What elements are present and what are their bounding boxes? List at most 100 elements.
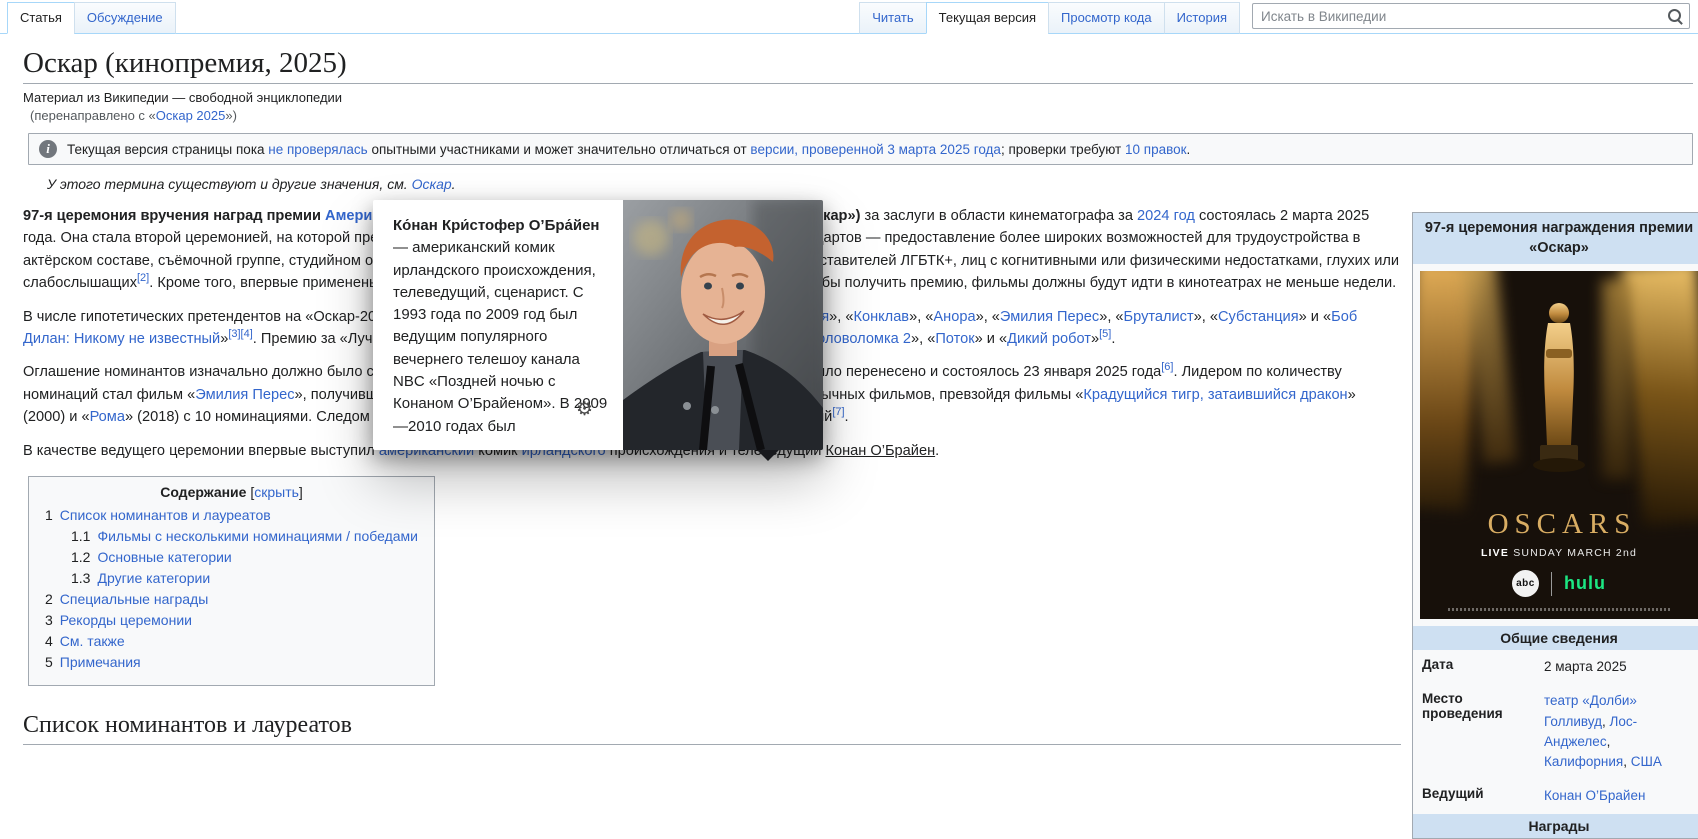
link[interactable]: 10 правок bbox=[1125, 142, 1187, 157]
oscars-poster-image[interactable]: OSCARS LIVE SUNDAY MARCH 2nd abc hulu bbox=[1420, 271, 1698, 619]
link[interactable]: Бруталист bbox=[1124, 309, 1194, 325]
toc-number: 1 bbox=[45, 507, 53, 523]
link[interactable]: Калифорния bbox=[1544, 754, 1623, 769]
toc-link[interactable]: Основные категории bbox=[97, 549, 231, 565]
section-heading: Список номинантов и лауреатов bbox=[23, 712, 1401, 745]
reference-link[interactable]: [6] bbox=[1161, 362, 1173, 374]
date-label: SUNDAY MARCH 2nd bbox=[1509, 547, 1637, 559]
link[interactable]: версии, проверенной 3 марта 2025 года bbox=[750, 142, 1001, 157]
view-tabs: ЧитатьТекущая версияПросмотр кодаИстория bbox=[860, 2, 1240, 34]
text: , bbox=[1623, 754, 1631, 769]
link[interactable]: Конклав bbox=[853, 309, 909, 325]
reference-link[interactable]: [5] bbox=[1099, 328, 1111, 340]
text: », « bbox=[911, 331, 935, 347]
reference-link[interactable]: [7] bbox=[832, 406, 844, 418]
toc-link[interactable]: Список номинантов и лауреатов bbox=[60, 507, 271, 523]
infobox-row: Дата2 марта 2025 bbox=[1413, 650, 1698, 684]
link[interactable]: Оскар bbox=[412, 176, 452, 192]
text: », « bbox=[976, 309, 1000, 325]
link[interactable]: Дикий робот bbox=[1007, 331, 1091, 347]
link[interactable]: Эмилия Перес bbox=[1000, 309, 1099, 325]
search-input[interactable] bbox=[1253, 4, 1667, 28]
infobox-section-awards: Награды bbox=[1413, 814, 1698, 838]
oscars-logo-text: OSCARS bbox=[1420, 508, 1698, 541]
text: », « bbox=[1194, 309, 1218, 325]
tab-discussion[interactable]: Обсуждение bbox=[74, 2, 176, 34]
poster-fineprint bbox=[1448, 608, 1670, 611]
toc-link[interactable]: Специальные награды bbox=[60, 591, 208, 607]
abc-logo: abc bbox=[1512, 570, 1539, 597]
text: Текущая версия страницы пока bbox=[67, 142, 268, 157]
link[interactable]: Субстанция bbox=[1218, 309, 1299, 325]
text: В качестве ведущего церемонии впервые вы… bbox=[23, 443, 379, 459]
site-tagline: Материал из Википедии — свободной энцикл… bbox=[23, 90, 1698, 105]
review-notice: i Текущая версия страницы пока не провер… bbox=[28, 133, 1693, 165]
link[interactable]: Анора bbox=[933, 309, 975, 325]
toc-link[interactable]: Другие категории bbox=[97, 570, 210, 586]
toc-item: 2 Специальные награды bbox=[45, 591, 418, 607]
tab-view-source[interactable]: Просмотр кода bbox=[1048, 2, 1165, 34]
link[interactable]: Голливуд bbox=[1544, 714, 1602, 729]
conan-obrien-photo[interactable] bbox=[623, 200, 823, 450]
infobox-table: Дата2 марта 2025Место проведениятеатр «Д… bbox=[1413, 650, 1698, 814]
toc-link[interactable]: Фильмы с несколькими номинациями / побед… bbox=[97, 528, 418, 544]
toc-link[interactable]: Рекорды церемонии bbox=[60, 612, 192, 628]
page-title: Оскар (кинопремия, 2025) bbox=[23, 47, 1693, 84]
toc-number: 1.1 bbox=[71, 528, 90, 544]
link[interactable]: США bbox=[1631, 754, 1662, 769]
text: », « bbox=[1099, 309, 1123, 325]
statuette-blur bbox=[1602, 279, 1632, 479]
oscar-statuette bbox=[1522, 293, 1596, 508]
networks-row: abc hulu bbox=[1420, 570, 1698, 597]
toc-heading: Содержание bbox=[160, 484, 246, 500]
link[interactable]: 2024 год bbox=[1137, 208, 1195, 224]
infobox-title: 97-я церемония награждения премии «Оскар… bbox=[1413, 213, 1698, 264]
link[interactable]: Поток bbox=[935, 331, 974, 347]
text: » и « bbox=[975, 331, 1008, 347]
text: ») bbox=[225, 108, 237, 123]
link[interactable]: не проверялась bbox=[268, 142, 367, 157]
tab-read[interactable]: Читать bbox=[859, 2, 926, 34]
hulu-logo: hulu bbox=[1564, 573, 1606, 594]
statuette-blur bbox=[1621, 271, 1698, 526]
text: . bbox=[845, 409, 849, 425]
toc-number: 2 bbox=[45, 591, 53, 607]
reference-link[interactable]: [3][4] bbox=[228, 328, 252, 340]
text: У этого термина существуют и другие знач… bbox=[47, 176, 412, 192]
link[interactable]: Оскар 2025 bbox=[156, 108, 226, 123]
toc-link[interactable]: См. также bbox=[60, 633, 125, 649]
toc-title: Содержание [скрыть] bbox=[45, 484, 418, 500]
toc-item: 1 Список номинантов и лауреатов bbox=[45, 507, 418, 523]
toc-toggle[interactable]: скрыть bbox=[254, 484, 299, 500]
infobox-label: Дата bbox=[1413, 650, 1542, 684]
broadcast-tagline: LIVE SUNDAY MARCH 2nd bbox=[1420, 547, 1698, 559]
infobox-label: Место проведения bbox=[1413, 684, 1542, 779]
link[interactable]: Рома bbox=[90, 409, 125, 425]
link[interactable]: Крадущийся тигр, затаившийся дракон bbox=[1083, 387, 1347, 403]
bold-text: 97-я церемония вручения наград премии bbox=[23, 208, 325, 224]
tab-current-version[interactable]: Текущая версия bbox=[926, 2, 1049, 34]
divider bbox=[1551, 572, 1552, 596]
link[interactable]: театр «Долби» bbox=[1544, 693, 1637, 708]
toc-item: 4См. также bbox=[45, 633, 418, 649]
infobox-value: 2 марта 2025 bbox=[1542, 650, 1698, 684]
text: . bbox=[452, 176, 456, 192]
toc-number: 5 bbox=[45, 654, 53, 670]
toc-item: 1.3 Другие категории bbox=[71, 570, 418, 586]
link[interactable]: Конан О’Брайен bbox=[1544, 788, 1645, 803]
reference-link[interactable]: [2] bbox=[137, 272, 149, 284]
link[interactable]: Эмилия Перес bbox=[195, 387, 294, 403]
link-preview-popup: Ко́нан Кри́стофер О’Бра́йен — американск… bbox=[373, 200, 823, 450]
search-icon[interactable] bbox=[1667, 8, 1684, 25]
settings-gear-icon[interactable]: ⚙ bbox=[576, 400, 593, 419]
tab-article[interactable]: Статья bbox=[7, 2, 75, 34]
toc-number: 1.3 bbox=[71, 570, 90, 586]
infobox-row: Место проведениятеатр «Долби» Голливуд, … bbox=[1413, 684, 1698, 779]
toc-link[interactable]: Примечания bbox=[60, 654, 141, 670]
text: . bbox=[935, 443, 939, 459]
infobox-section-general: Общие сведения bbox=[1413, 626, 1698, 650]
link[interactable]: Конан О’Брайен bbox=[825, 443, 935, 459]
link[interactable]: Головоломка 2 bbox=[810, 331, 911, 347]
infobox-value: театр «Долби» Голливуд, Лос-Анджелес, Ка… bbox=[1542, 684, 1698, 779]
tab-history[interactable]: История bbox=[1164, 2, 1240, 34]
